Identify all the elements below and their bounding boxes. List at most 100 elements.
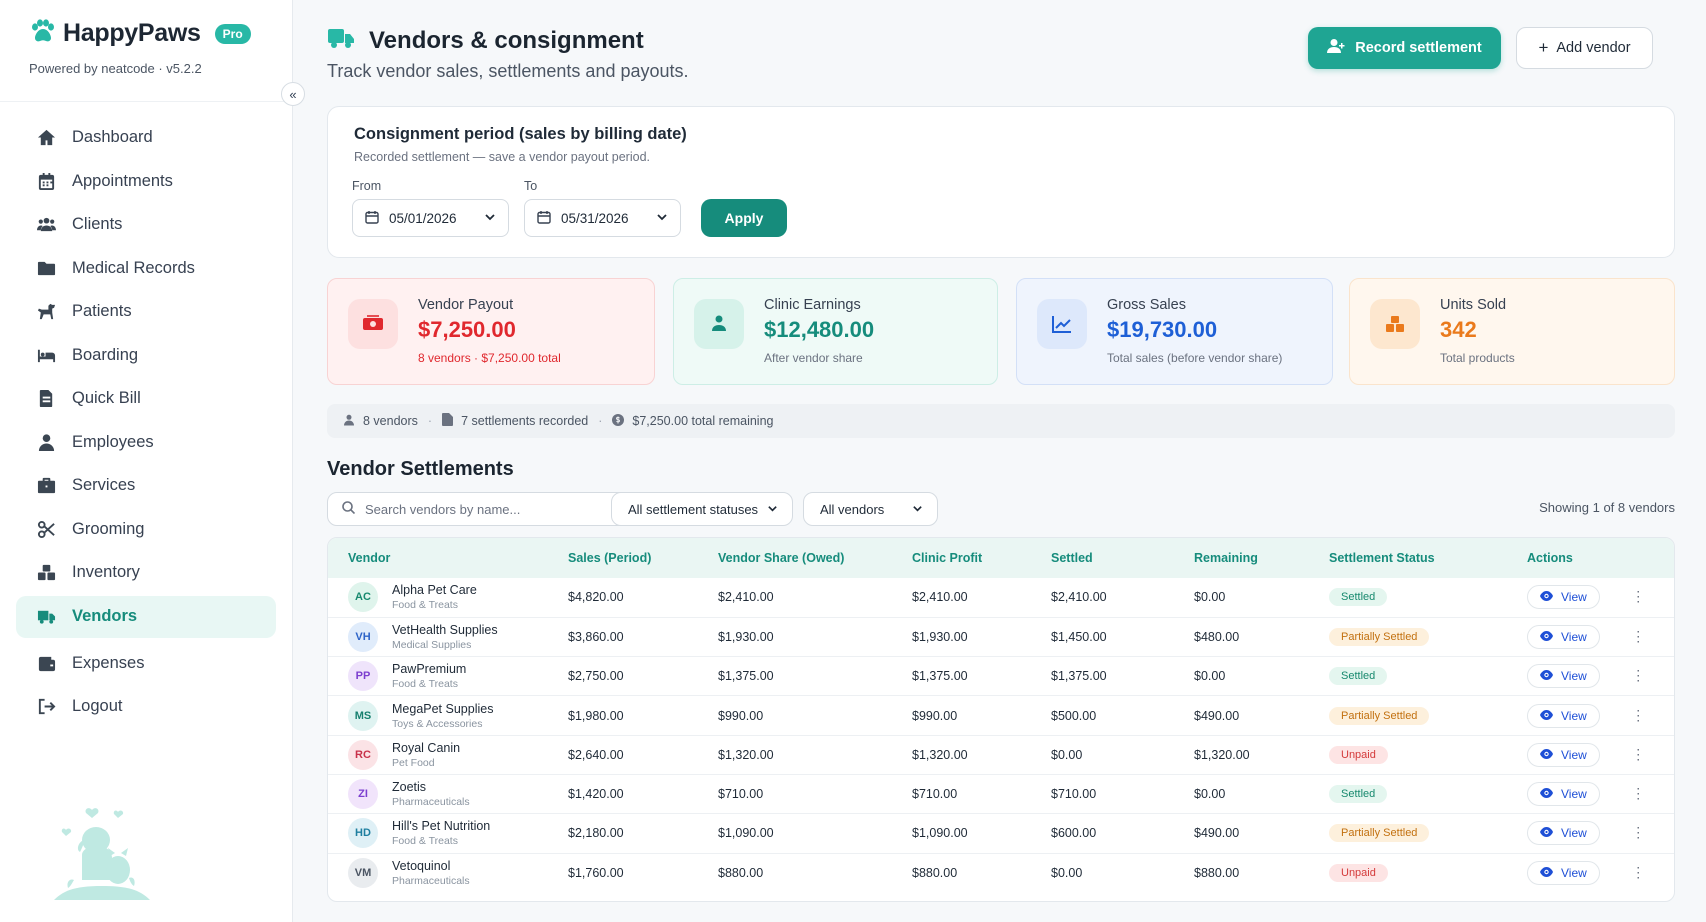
status-badge: Partially Settled [1329, 627, 1430, 646]
sidebar-item-label: Clients [72, 215, 123, 234]
vendor-name[interactable]: Hill's Pet Nutrition [392, 819, 490, 833]
from-label: From [352, 179, 382, 193]
more-options-icon[interactable]: ⋮ [1631, 785, 1645, 801]
column-header[interactable]: Settlement Status [1309, 538, 1507, 578]
more-options-icon[interactable]: ⋮ [1631, 864, 1645, 880]
vendor-category: Toys & Accessories [392, 717, 483, 730]
sidebar-item-vendors[interactable]: Vendors [16, 595, 276, 638]
column-header[interactable]: Remaining [1174, 538, 1309, 578]
chevron-down-icon [484, 211, 496, 226]
add-vendor-button[interactable]: + Add vendor [1516, 27, 1653, 69]
remaining-cell: $0.00 [1194, 590, 1226, 605]
view-button[interactable]: View [1527, 782, 1600, 807]
table-row[interactable]: VM Vetoquinol Pharmaceuticals $1,760.00 … [328, 853, 1674, 892]
main-content: Vendors & consignment Track vendor sales… [293, 0, 1706, 922]
from-date-value: 05/01/2026 [389, 210, 457, 226]
vendor-name[interactable]: Vetoquinol [392, 859, 470, 873]
view-button[interactable]: View [1527, 821, 1600, 846]
vendor-filter-select[interactable]: All vendors [803, 492, 938, 526]
sidebar-item-dashboard[interactable]: Dashboard [16, 116, 276, 160]
table-row[interactable]: AC Alpha Pet Care Food & Treats $4,820.0… [328, 578, 1674, 618]
view-label: View [1561, 708, 1587, 723]
user-plus-icon [1327, 38, 1345, 58]
sidebar-item-appointments[interactable]: Appointments [16, 160, 276, 204]
column-header[interactable]: Settled [1031, 538, 1174, 578]
to-date-group: To 05/31/2026 [524, 179, 681, 237]
clinic-profit-cell: $1,320.00 [912, 747, 968, 762]
sidebar-item-logout[interactable]: Logout [16, 685, 276, 729]
view-button[interactable]: View [1527, 664, 1600, 689]
wallet-icon [36, 653, 56, 673]
search-input[interactable]: Search vendors by name... [327, 492, 647, 526]
column-header[interactable]: Clinic Profit [892, 538, 1031, 578]
units-sold-value: 342 [1440, 317, 1477, 342]
vendor-name[interactable]: PawPremium [392, 662, 466, 676]
table-row[interactable]: VH VetHealth Supplies Medical Supplies $… [328, 617, 1674, 657]
chart-line-icon [1037, 299, 1087, 349]
sidebar-item-quick-bill[interactable]: Quick Bill [16, 377, 276, 421]
record-settlement-button[interactable]: Record settlement [1308, 27, 1501, 69]
more-options-icon[interactable]: ⋮ [1631, 746, 1645, 762]
column-header[interactable]: Vendor [328, 538, 548, 578]
vendor-share-cell: $990.00 [718, 708, 764, 723]
more-options-icon[interactable]: ⋮ [1631, 667, 1645, 683]
to-date-picker[interactable]: 05/31/2026 [524, 199, 681, 237]
eye-icon [1540, 826, 1553, 840]
remaining-cell: $880.00 [1194, 865, 1240, 880]
settlements-table: Vendor Sales (Period) Vendor Share (Owed… [328, 538, 1674, 892]
vendor-name[interactable]: Alpha Pet Care [392, 583, 477, 597]
sidebar-item-clients[interactable]: Clients [16, 203, 276, 247]
clinic-profit-cell: $1,930.00 [912, 629, 968, 644]
apply-button[interactable]: Apply [701, 199, 787, 237]
table-row[interactable]: MS MegaPet Supplies Toys & Accessories $… [328, 696, 1674, 736]
view-label: View [1561, 590, 1587, 605]
table-row[interactable]: PP PawPremium Food & Treats $2,750.00 $1… [328, 657, 1674, 696]
view-button[interactable]: View [1527, 624, 1600, 649]
vendor-name[interactable]: Zoetis [392, 780, 470, 794]
vendor-name[interactable]: VetHealth Supplies [392, 623, 498, 637]
table-row[interactable]: ZI Zoetis Pharmaceuticals $1,420.00 $710… [328, 774, 1674, 814]
view-button[interactable]: View [1527, 742, 1600, 767]
sidebar-item-expenses[interactable]: Expenses [16, 642, 276, 686]
eye-icon [1540, 709, 1553, 723]
sidebar-item-patients[interactable]: Patients [16, 290, 276, 334]
plus-icon: + [1538, 38, 1549, 57]
more-options-icon[interactable]: ⋮ [1631, 628, 1645, 644]
column-header[interactable]: Sales (Period) [548, 538, 698, 578]
from-date-picker[interactable]: 05/01/2026 [352, 199, 509, 237]
section-title: Vendor Settlements [327, 458, 514, 480]
sidebar-item-employees[interactable]: Employees [16, 421, 276, 465]
more-options-icon[interactable]: ⋮ [1631, 707, 1645, 723]
sidebar-nav: Dashboard Appointments Clients Medical R… [0, 102, 292, 729]
sidebar-item-inventory[interactable]: Inventory [16, 551, 276, 595]
table-row[interactable]: RC Royal Canin Pet Food $2,640.00 $1,320… [328, 735, 1674, 775]
table-row[interactable]: HD Hill's Pet Nutrition Food & Treats $2… [328, 814, 1674, 854]
vendor-name[interactable]: Royal Canin [392, 741, 460, 755]
truck-icon [327, 26, 355, 55]
sidebar-item-boarding[interactable]: Boarding [16, 334, 276, 378]
search-icon [342, 501, 356, 517]
more-options-icon[interactable]: ⋮ [1631, 588, 1645, 604]
sidebar-item-medical-records[interactable]: Medical Records [16, 247, 276, 291]
status-filter-select[interactable]: All settlement statuses [611, 492, 793, 526]
vendor-payout-note: 8 vendors · $7,250.00 total [418, 351, 561, 365]
clinic-profit-cell: $990.00 [912, 708, 958, 723]
sidebar-item-label: Services [72, 476, 136, 495]
stat-label: Gross Sales [1107, 297, 1186, 313]
gross-sales-note: Total sales (before vendor share) [1107, 351, 1283, 365]
page-title: Vendors & consignment [369, 26, 644, 54]
vendor-avatar: VH [348, 621, 378, 652]
settlement-count: 7 settlements recorded [461, 414, 589, 428]
column-header[interactable]: Vendor Share (Owed) [698, 538, 892, 578]
status-filter-value: All settlement statuses [628, 501, 759, 517]
paw-logo-icon [29, 18, 55, 49]
view-button[interactable]: View [1527, 703, 1600, 728]
sidebar-item-grooming[interactable]: Grooming [16, 508, 276, 552]
view-button[interactable]: View [1527, 860, 1600, 885]
vendor-name[interactable]: MegaPet Supplies [392, 702, 493, 716]
settled-cell: $710.00 [1051, 787, 1097, 802]
sidebar-item-label: Boarding [72, 345, 139, 364]
more-options-icon[interactable]: ⋮ [1631, 824, 1645, 840]
sidebar-item-services[interactable]: Services [16, 464, 276, 508]
view-button[interactable]: View [1527, 585, 1600, 610]
